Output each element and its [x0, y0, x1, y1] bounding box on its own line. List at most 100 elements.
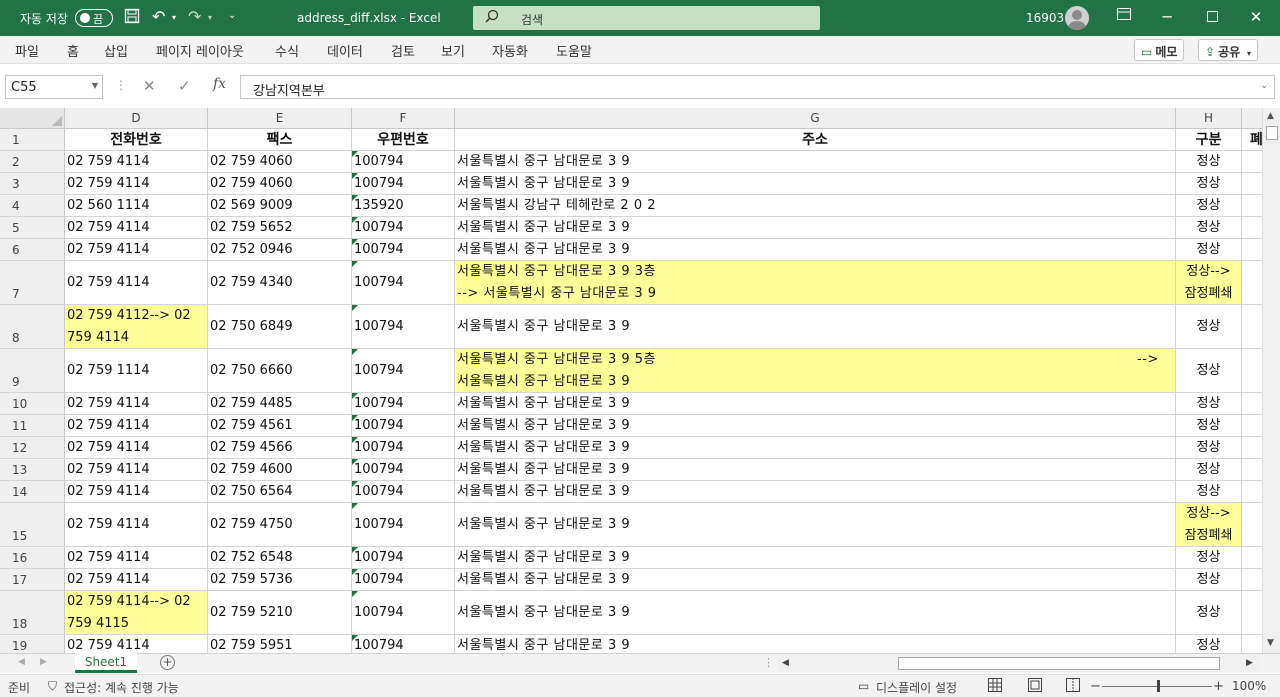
type-cell[interactable]: 정상--> 잠정폐쇄	[1176, 261, 1242, 305]
fax-cell[interactable]: 02 759 5652	[208, 217, 352, 239]
search-box[interactable]: 검색	[473, 6, 820, 30]
row-header-11[interactable]: 11	[0, 415, 65, 437]
type-cell[interactable]: 정상	[1176, 217, 1242, 239]
tab-automate[interactable]: 자동화	[492, 41, 528, 60]
zip-cell[interactable]: 100794	[352, 547, 455, 569]
extra-cell[interactable]	[1242, 481, 1262, 503]
header-cell-type[interactable]: 구분	[1176, 129, 1242, 151]
tab-file[interactable]: 파일	[15, 41, 39, 60]
extra-cell[interactable]	[1242, 591, 1262, 635]
row-header-15[interactable]: 15	[0, 503, 65, 547]
zoom-in-icon[interactable]: +	[1213, 679, 1224, 694]
tab-home[interactable]: 홈	[67, 41, 79, 60]
row-header-2[interactable]: 2	[0, 151, 65, 173]
address-cell[interactable]: 서울특별시 중구 남대문로 3 9	[455, 151, 1176, 173]
address-cell[interactable]: 서울특별시 중구 남대문로 3 9	[455, 635, 1176, 653]
fax-cell[interactable]: 02 752 0946	[208, 239, 352, 261]
zoom-slider-knob[interactable]	[1157, 680, 1160, 692]
zip-cell[interactable]: 100794	[352, 503, 455, 547]
type-cell[interactable]: 정상	[1176, 481, 1242, 503]
autosave-toggle[interactable]: 끔	[75, 9, 113, 27]
type-cell[interactable]: 정상	[1176, 393, 1242, 415]
extra-cell[interactable]	[1242, 239, 1262, 261]
column-header-e[interactable]: E	[208, 108, 352, 129]
share-button[interactable]: ⇪ 공유 ▾	[1198, 39, 1258, 61]
type-cell[interactable]: 정상	[1176, 437, 1242, 459]
row-header-1[interactable]: 1	[0, 129, 65, 151]
fax-cell[interactable]: 02 759 5951	[208, 635, 352, 653]
tab-page-layout[interactable]: 페이지 레이아웃	[156, 41, 244, 60]
redo-dropdown-icon[interactable]: ▾	[208, 13, 212, 22]
expand-formula-icon[interactable]: ⌄	[1260, 81, 1268, 91]
type-cell[interactable]: 정상	[1176, 173, 1242, 195]
close-icon[interactable]: ✕	[1246, 8, 1266, 26]
address-cell[interactable]: 서울특별시 중구 남대문로 3 9	[455, 239, 1176, 261]
page-break-view-icon[interactable]	[1066, 678, 1080, 695]
zip-cell[interactable]: 100794	[352, 459, 455, 481]
row-header-18[interactable]: 18	[0, 591, 65, 635]
extra-cell[interactable]	[1242, 151, 1262, 173]
horizontal-scroll-thumb[interactable]	[898, 657, 1220, 670]
sheet-tab-sheet1[interactable]: Sheet1	[75, 653, 137, 673]
tab-formulas[interactable]: 수식	[275, 41, 299, 60]
add-sheet-icon[interactable]: +	[160, 655, 175, 670]
fax-cell[interactable]: 02 759 4340	[208, 261, 352, 305]
address-cell[interactable]: 서울특별시 중구 남대문로 3 9	[455, 569, 1176, 591]
scroll-up-icon[interactable]: ▲	[1267, 111, 1274, 121]
select-all-corner[interactable]	[0, 108, 65, 129]
row-header-17[interactable]: 17	[0, 569, 65, 591]
tab-help[interactable]: 도움말	[556, 41, 592, 60]
address-cell[interactable]: 서울특별시 중구 남대문로 3 9	[455, 547, 1176, 569]
type-cell[interactable]: 정상	[1176, 635, 1242, 653]
fax-cell[interactable]: 02 750 6564	[208, 481, 352, 503]
fax-cell[interactable]: 02 759 4060	[208, 151, 352, 173]
zip-cell[interactable]: 100794	[352, 151, 455, 173]
phone-cell[interactable]: 02 759 4112--> 02 759 4114	[65, 305, 208, 349]
address-cell[interactable]: 서울특별시 중구 남대문로 3 9	[455, 305, 1176, 349]
fax-cell[interactable]: 02 750 6660	[208, 349, 352, 393]
customize-icon[interactable]: ⌄	[228, 10, 236, 21]
display-settings[interactable]: 디스플레이 설정	[876, 679, 957, 696]
type-cell[interactable]: 정상	[1176, 349, 1242, 393]
fax-cell[interactable]: 02 759 4485	[208, 393, 352, 415]
extra-cell[interactable]	[1242, 393, 1262, 415]
scroll-down-icon[interactable]: ▼	[1267, 638, 1274, 648]
type-cell[interactable]: 정상	[1176, 415, 1242, 437]
type-cell[interactable]: 정상	[1176, 195, 1242, 217]
zoom-out-icon[interactable]: −	[1090, 679, 1101, 694]
address-cell[interactable]: 서울특별시 중구 남대문로 3 9	[455, 415, 1176, 437]
row-header-6[interactable]: 6	[0, 239, 65, 261]
phone-cell[interactable]: 02 759 4114	[65, 503, 208, 547]
zip-cell[interactable]: 135920	[352, 195, 455, 217]
row-header-10[interactable]: 10	[0, 393, 65, 415]
fax-cell[interactable]: 02 759 4600	[208, 459, 352, 481]
extra-cell[interactable]	[1242, 173, 1262, 195]
column-header-h[interactable]: H	[1176, 108, 1242, 129]
phone-cell[interactable]: 02 759 4114	[65, 459, 208, 481]
extra-cell[interactable]	[1242, 437, 1262, 459]
scroll-left-icon[interactable]: ◀	[782, 658, 789, 668]
scroll-right-icon[interactable]: ▶	[1246, 658, 1253, 668]
enter-icon[interactable]: ✓	[178, 77, 191, 95]
fax-cell[interactable]: 02 569 9009	[208, 195, 352, 217]
zoom-level[interactable]: 100%	[1232, 679, 1266, 693]
phone-cell[interactable]: 02 759 4114	[65, 239, 208, 261]
zip-cell[interactable]: 100794	[352, 239, 455, 261]
row-header-12[interactable]: 12	[0, 437, 65, 459]
extra-cell[interactable]	[1242, 195, 1262, 217]
zip-cell[interactable]: 100794	[352, 173, 455, 195]
vertical-scrollbar[interactable]: ▲ ▼	[1262, 108, 1280, 653]
phone-cell[interactable]: 02 759 4114	[65, 481, 208, 503]
page-layout-view-icon[interactable]	[1028, 678, 1042, 695]
fax-cell[interactable]: 02 752 6548	[208, 547, 352, 569]
address-cell[interactable]: 서울특별시 중구 남대문로 3 9	[455, 459, 1176, 481]
zip-cell[interactable]: 100794	[352, 217, 455, 239]
extra-cell[interactable]	[1242, 415, 1262, 437]
zip-cell[interactable]: 100794	[352, 635, 455, 653]
phone-cell[interactable]: 02 759 4114	[65, 635, 208, 653]
accessibility-status[interactable]: 접근성: 계속 진행 가능	[64, 679, 179, 696]
zip-cell[interactable]: 100794	[352, 393, 455, 415]
fax-cell[interactable]: 02 759 4750	[208, 503, 352, 547]
phone-cell[interactable]: 02 759 4114	[65, 151, 208, 173]
extra-cell[interactable]	[1242, 503, 1262, 547]
